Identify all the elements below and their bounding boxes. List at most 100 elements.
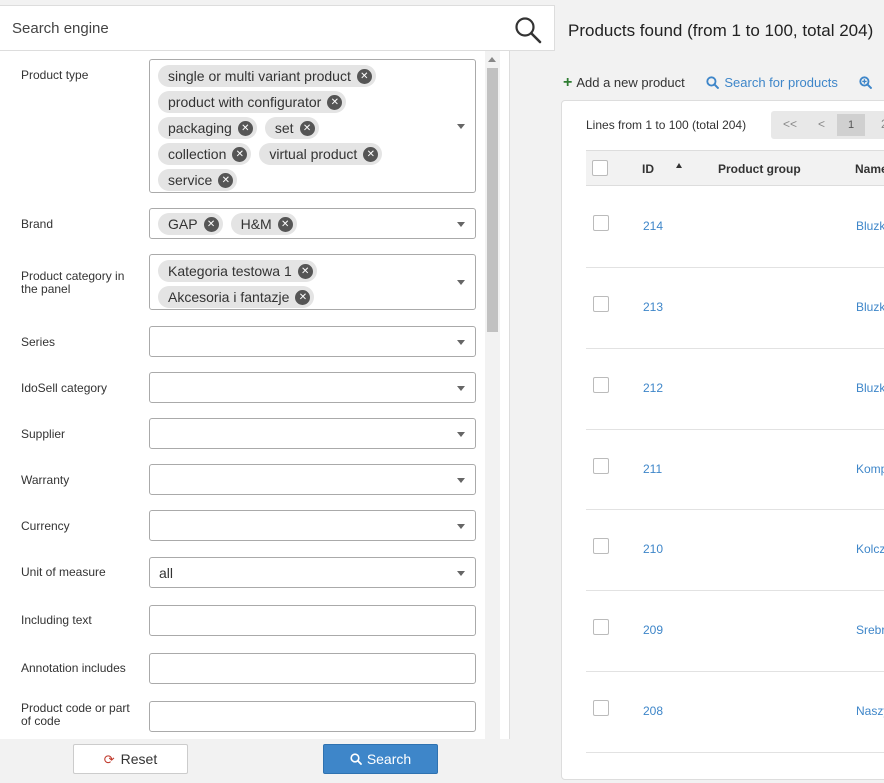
- row-checkbox[interactable]: [593, 538, 609, 554]
- row-checkbox[interactable]: [593, 700, 609, 716]
- search-button[interactable]: Search: [323, 744, 438, 774]
- product-name-link[interactable]: Komp: [856, 462, 884, 476]
- idosell-category-select[interactable]: [149, 372, 476, 403]
- search-icon[interactable]: [514, 16, 542, 44]
- row-checkbox[interactable]: [593, 458, 609, 474]
- remove-chip-icon[interactable]: ✕: [363, 146, 379, 162]
- field-label: Brand: [21, 217, 54, 231]
- product-id-link[interactable]: 213: [643, 300, 663, 314]
- chevron-down-icon[interactable]: [457, 570, 465, 576]
- table-row[interactable]: 209 Srebr: [586, 591, 884, 672]
- row-checkbox[interactable]: [593, 377, 609, 393]
- product-category-select[interactable]: Kategoria testowa 1 ✕ Akcesoria i fantazj…: [149, 254, 476, 310]
- product-code-input[interactable]: [149, 701, 476, 732]
- remove-chip-icon[interactable]: ✕: [356, 68, 372, 84]
- chip-list: GAP ✕ H&M ✕: [158, 211, 451, 237]
- field-label: Warranty: [21, 473, 70, 487]
- product-name-link[interactable]: Bluzk: [856, 219, 884, 233]
- brand-select[interactable]: GAP ✕ H&M ✕: [149, 208, 476, 239]
- product-id-link[interactable]: 214: [643, 219, 663, 233]
- reset-button[interactable]: ⟳ Reset: [73, 744, 188, 774]
- table-row[interactable]: 213 Bluzk: [586, 268, 884, 349]
- currency-select[interactable]: [149, 510, 476, 541]
- remove-chip-icon[interactable]: ✕: [295, 289, 311, 305]
- table-row[interactable]: 212 Bluzk: [586, 349, 884, 430]
- prev-page-button[interactable]: <: [818, 117, 825, 131]
- product-name-link[interactable]: Naszy: [856, 704, 884, 718]
- product-name-link[interactable]: Bluzk: [856, 381, 884, 395]
- chevron-down-icon[interactable]: [457, 280, 465, 285]
- chip: virtual product ✕: [259, 143, 383, 165]
- zoom-link[interactable]: [859, 75, 873, 90]
- results-card: Lines from 1 to 100 (total 204) << < 1 2…: [561, 100, 884, 780]
- table-row[interactable]: 211 Komp: [586, 430, 884, 510]
- current-page[interactable]: 1: [837, 114, 865, 136]
- remove-chip-icon[interactable]: ✕: [203, 216, 219, 232]
- supplier-select[interactable]: [149, 418, 476, 449]
- reset-icon: ⟳: [103, 752, 115, 767]
- product-name-link[interactable]: Srebr: [856, 623, 884, 637]
- chip: set ✕: [264, 117, 319, 139]
- field-label: Currency: [21, 519, 70, 533]
- chevron-down-icon[interactable]: [457, 124, 465, 129]
- remove-chip-icon[interactable]: ✕: [299, 120, 315, 136]
- zoom-in-icon: [859, 76, 873, 89]
- chevron-down-icon[interactable]: [457, 221, 465, 227]
- unit-of-measure-select[interactable]: all: [149, 557, 476, 588]
- chevron-down-icon[interactable]: [457, 477, 465, 483]
- table-row[interactable]: 210 Kolcz: [586, 510, 884, 591]
- form-scrollbar[interactable]: [485, 51, 500, 739]
- chip: collection ✕: [158, 143, 252, 165]
- chevron-down-icon[interactable]: [457, 523, 465, 529]
- product-name-link[interactable]: Bluzk: [856, 300, 884, 314]
- first-page-button[interactable]: <<: [783, 117, 797, 131]
- field-label: Unit of measure: [21, 565, 106, 579]
- select-all-checkbox[interactable]: [592, 160, 608, 176]
- table-row[interactable]: 208 Naszy: [586, 672, 884, 753]
- scroll-thumb[interactable]: [487, 68, 498, 332]
- row-checkbox[interactable]: [593, 296, 609, 312]
- product-id-link[interactable]: 208: [643, 704, 663, 718]
- product-id-link[interactable]: 212: [643, 381, 663, 395]
- chip: product with configurator ✕: [158, 91, 347, 113]
- including-text-input[interactable]: [149, 605, 476, 636]
- sort-ascending-icon[interactable]: [676, 163, 682, 168]
- series-select[interactable]: [149, 326, 476, 357]
- product-id-link[interactable]: 211: [643, 462, 662, 476]
- remove-chip-icon[interactable]: ✕: [297, 263, 313, 279]
- remove-chip-icon[interactable]: ✕: [277, 216, 293, 232]
- remove-chip-icon[interactable]: ✕: [237, 120, 253, 136]
- table-header: ID Product group Name: [586, 150, 884, 186]
- product-id-link[interactable]: 210: [643, 542, 663, 556]
- search-icon: [350, 753, 362, 765]
- remove-chip-icon[interactable]: ✕: [218, 172, 234, 188]
- column-id[interactable]: ID: [642, 162, 654, 176]
- chevron-down-icon[interactable]: [457, 431, 465, 437]
- chip: Akcesoria i fantazje ✕: [158, 286, 315, 308]
- chip: single or multi variant product ✕: [158, 65, 376, 87]
- product-name-link[interactable]: Kolcz: [856, 542, 884, 556]
- column-name[interactable]: Name: [855, 162, 884, 176]
- search-icon: [706, 76, 720, 89]
- chevron-down-icon[interactable]: [457, 339, 465, 345]
- table-row[interactable]: 214 Bluzk: [586, 187, 884, 268]
- annotation-input[interactable]: [149, 653, 476, 684]
- add-product-link[interactable]: + Add a new product: [563, 74, 685, 91]
- remove-chip-icon[interactable]: ✕: [327, 94, 343, 110]
- form-actions: ⟳ Reset Search: [0, 739, 510, 783]
- plus-icon: +: [563, 74, 573, 91]
- chip-list: single or multi variant product ✕ product…: [158, 63, 451, 193]
- product-id-link[interactable]: 209: [643, 623, 663, 637]
- chip: service ✕: [158, 169, 238, 191]
- warranty-select[interactable]: [149, 464, 476, 495]
- column-product-group[interactable]: Product group: [718, 162, 801, 176]
- field-label: Annotation includes: [21, 661, 126, 675]
- field-label: Product type: [21, 68, 89, 82]
- remove-chip-icon[interactable]: ✕: [232, 146, 248, 162]
- row-checkbox[interactable]: [593, 619, 609, 635]
- product-type-select[interactable]: single or multi variant product ✕ product…: [149, 59, 476, 193]
- scroll-up-icon[interactable]: [488, 57, 496, 62]
- search-products-link[interactable]: Search for products: [706, 75, 838, 90]
- chevron-down-icon[interactable]: [457, 385, 465, 391]
- row-checkbox[interactable]: [593, 215, 609, 231]
